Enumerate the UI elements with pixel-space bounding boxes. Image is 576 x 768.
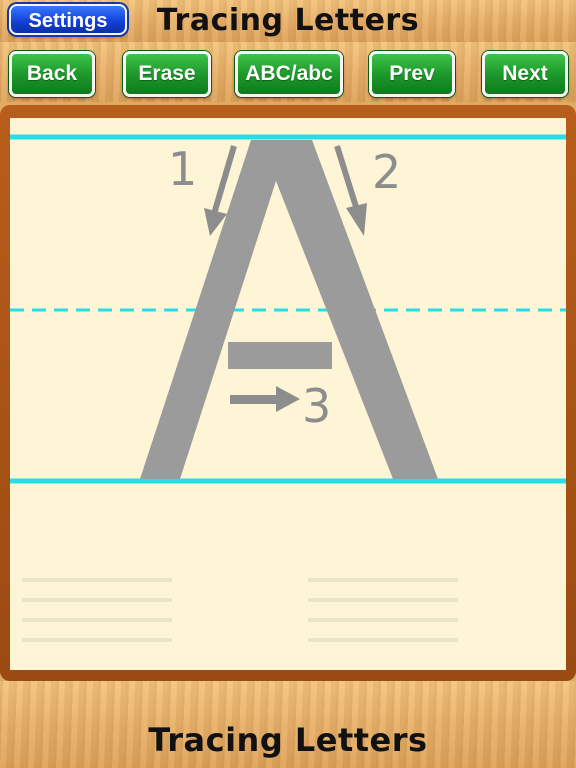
top-header: Settings Tracing Letters bbox=[0, 0, 576, 42]
stroke-number-2: 2 bbox=[372, 145, 401, 199]
footer-title: Tracing Letters bbox=[148, 721, 428, 759]
prev-button[interactable]: Prev bbox=[369, 51, 455, 97]
erase-button[interactable]: Erase bbox=[123, 51, 211, 97]
faint-pattern-left bbox=[22, 578, 172, 648]
settings-button[interactable]: Settings bbox=[9, 4, 127, 35]
case-toggle-button[interactable]: ABC/abc bbox=[235, 51, 343, 97]
stroke-3-arrow-icon bbox=[230, 386, 300, 412]
stroke-number-1: 1 bbox=[168, 142, 197, 196]
app-title: Tracing Letters bbox=[156, 3, 420, 38]
toolbar: Back Erase ABC/abc Prev Next bbox=[0, 42, 576, 102]
next-button[interactable]: Next bbox=[482, 51, 568, 97]
faint-pattern-right bbox=[308, 578, 458, 648]
stroke-number-3: 3 bbox=[302, 379, 331, 433]
back-button[interactable]: Back bbox=[9, 51, 95, 97]
